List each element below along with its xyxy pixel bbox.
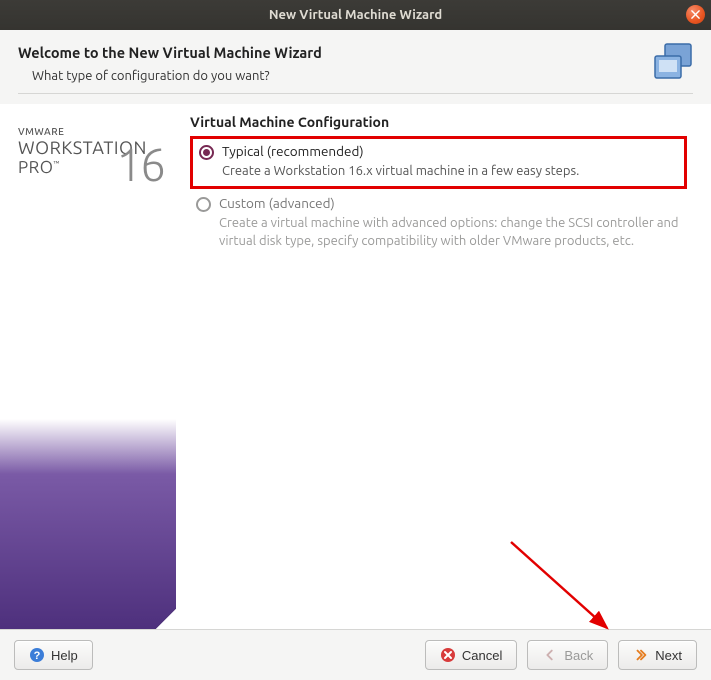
cancel-button-label: Cancel: [462, 648, 502, 663]
close-button[interactable]: [686, 5, 705, 24]
wizard-header-icon: [651, 42, 695, 90]
help-button[interactable]: ? Help: [14, 640, 93, 670]
window-body: Welcome to the New Virtual Machine Wizar…: [0, 30, 711, 680]
cancel-button[interactable]: Cancel: [425, 640, 517, 670]
cancel-icon: [440, 647, 456, 663]
chevron-right-icon: [633, 647, 649, 663]
option-typical-highlight-box: Typical (recommended) Create a Workstati…: [190, 136, 687, 189]
wizard-header: Welcome to the New Virtual Machine Wizar…: [0, 30, 711, 104]
help-button-label: Help: [51, 648, 78, 663]
section-title-vm-config: Virtual Machine Configuration: [190, 114, 687, 130]
header-divider: [18, 93, 693, 94]
titlebar: New Virtual Machine Wizard: [0, 0, 711, 30]
sidebar-decor-wedge: [0, 198, 176, 629]
option-typical-desc: Create a Workstation 16.x virtual machin…: [222, 162, 676, 180]
option-custom-group: Custom (advanced) Create a virtual machi…: [190, 191, 687, 256]
wizard-subtitle: What type of configuration do you want?: [32, 69, 693, 83]
option-typical-label: Typical (recommended): [222, 143, 364, 159]
back-button-label: Back: [564, 648, 593, 663]
back-button: Back: [527, 640, 608, 670]
wizard-welcome-title: Welcome to the New Virtual Machine Wizar…: [18, 44, 693, 61]
wizard-content: Virtual Machine Configuration Typical (r…: [176, 104, 711, 629]
svg-text:?: ?: [34, 650, 41, 662]
chevron-left-icon: [542, 647, 558, 663]
close-icon: [691, 10, 700, 19]
radio-custom[interactable]: [196, 197, 211, 212]
window-title: New Virtual Machine Wizard: [269, 8, 442, 22]
next-button[interactable]: Next: [618, 640, 697, 670]
option-typical[interactable]: Typical (recommended): [199, 143, 676, 160]
option-custom-label: Custom (advanced): [219, 195, 335, 211]
brand-tm: ™: [53, 160, 59, 169]
radio-typical[interactable]: [199, 145, 214, 160]
option-custom-desc: Create a virtual machine with advanced o…: [219, 214, 679, 250]
help-icon: ?: [29, 647, 45, 663]
brand-version: 16: [116, 138, 164, 190]
next-button-label: Next: [655, 648, 682, 663]
option-custom[interactable]: Custom (advanced): [196, 195, 679, 212]
sidebar-brand-panel: VMWARE WORKSTATION PRO™ 16: [0, 104, 176, 629]
brand-vmware: VMWARE: [18, 126, 176, 137]
brand-pro: PRO: [18, 158, 53, 177]
wizard-main: VMWARE WORKSTATION PRO™ 16 Virtual Machi…: [0, 104, 711, 629]
wizard-footer: ? Help Cancel Back Next: [0, 629, 711, 680]
